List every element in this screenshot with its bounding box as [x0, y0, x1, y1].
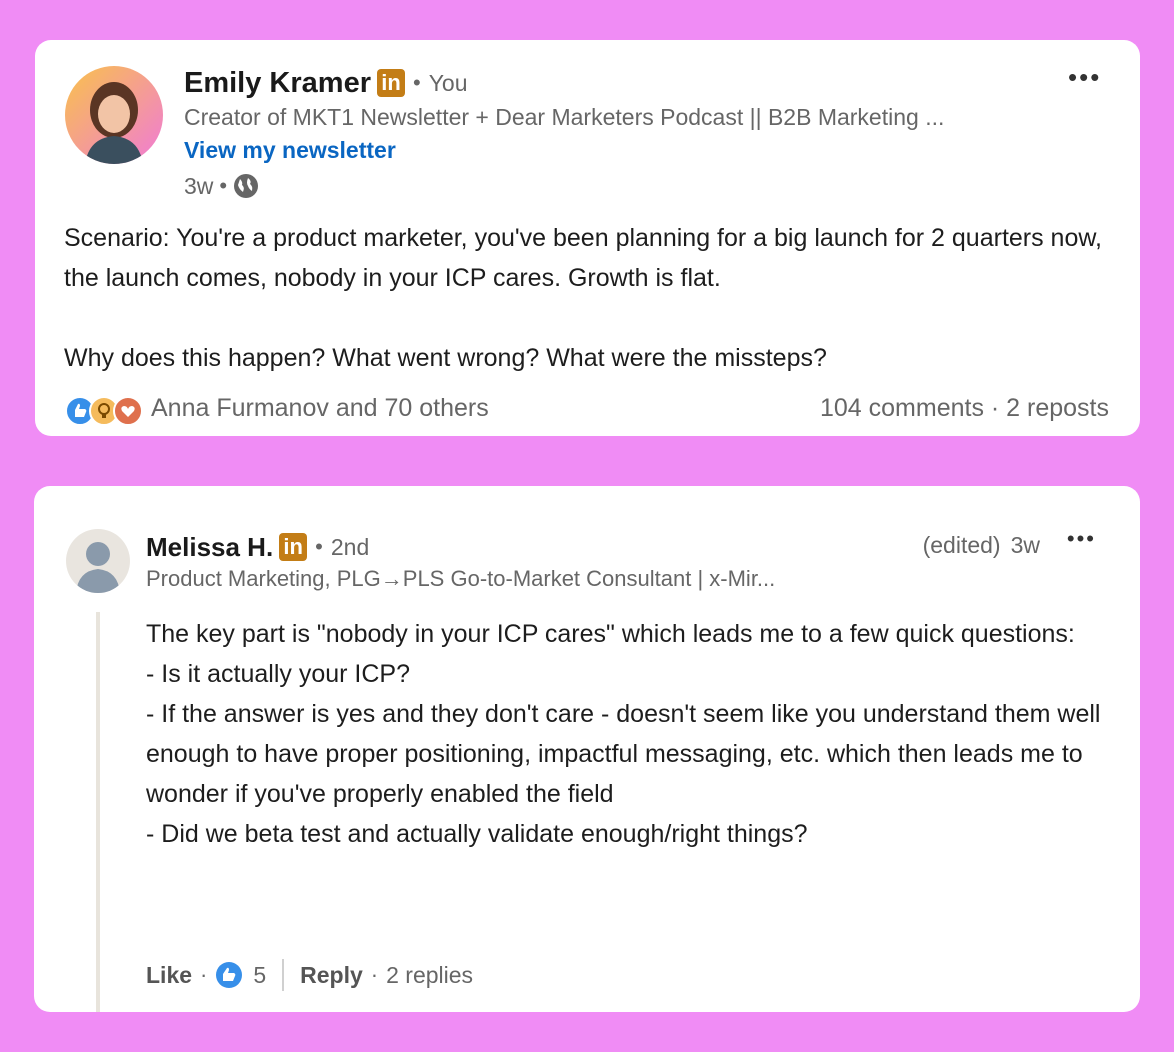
post-time[interactable]: 3w: [184, 173, 213, 200]
comment-card: Melissa H. in • 2nd (edited) 3w ••• Prod…: [34, 486, 1140, 1012]
replies-count[interactable]: 2 replies: [386, 962, 473, 989]
separator-dot: •: [219, 173, 228, 198]
reply-button[interactable]: Reply: [300, 962, 363, 989]
separator-dot: •: [315, 534, 323, 559]
view-newsletter-link[interactable]: View my newsletter: [184, 137, 396, 164]
linkedin-premium-icon: in: [377, 69, 405, 97]
comment-body: The key part is "nobody in your ICP care…: [146, 614, 1116, 854]
edited-label: (edited): [922, 531, 1001, 558]
like-icon: [215, 961, 243, 989]
action-divider: [282, 959, 285, 991]
separator-dot: ·: [370, 962, 379, 987]
author-name[interactable]: Emily Kramer: [184, 67, 371, 100]
more-options-icon[interactable]: •••: [1068, 62, 1101, 93]
post-paragraph: Why does this happen? What went wrong? W…: [64, 344, 827, 372]
commenter-headline: Product Marketing, PLG→PLS Go-to-Market …: [146, 566, 776, 591]
comment-line: - If the answer is yes and they don't ca…: [146, 700, 1101, 808]
globe-icon: [233, 173, 259, 199]
author-relation: You: [428, 69, 468, 96]
commenter-relation: 2nd: [330, 533, 370, 560]
author-avatar[interactable]: [65, 66, 163, 164]
comment-line: - Did we beta test and actually validate…: [146, 820, 808, 848]
love-icon: [113, 396, 143, 426]
separator-dot: •: [413, 70, 421, 95]
like-button[interactable]: Like: [146, 962, 192, 989]
comments-reposts-count[interactable]: 104 comments · 2 reposts: [820, 394, 1109, 423]
commenter-name[interactable]: Melissa H.: [146, 532, 273, 563]
comment-line: - Is it actually your ICP?: [146, 660, 410, 688]
comment-line: The key part is "nobody in your ICP care…: [146, 620, 1075, 648]
post-paragraph: Scenario: You're a product marketer, you…: [64, 224, 1102, 292]
author-headline: Creator of MKT1 Newsletter + Dear Market…: [184, 104, 945, 130]
comment-more-options-icon[interactable]: •••: [1067, 526, 1096, 552]
commenter-avatar[interactable]: [66, 529, 130, 593]
comment-time: 3w: [1010, 531, 1040, 558]
linkedin-premium-icon: in: [279, 533, 308, 561]
post-body: Scenario: You're a product marketer, you…: [64, 218, 1114, 378]
thread-line: [96, 612, 100, 1012]
like-count: 5: [253, 961, 267, 988]
reactions-summary[interactable]: Anna Furmanov and 70 others: [151, 394, 489, 423]
post-card: Emily Kramer in • You Creator of MKT1 Ne…: [35, 40, 1140, 436]
separator-dot: ·: [200, 962, 208, 987]
reaction-icons[interactable]: [65, 396, 143, 426]
